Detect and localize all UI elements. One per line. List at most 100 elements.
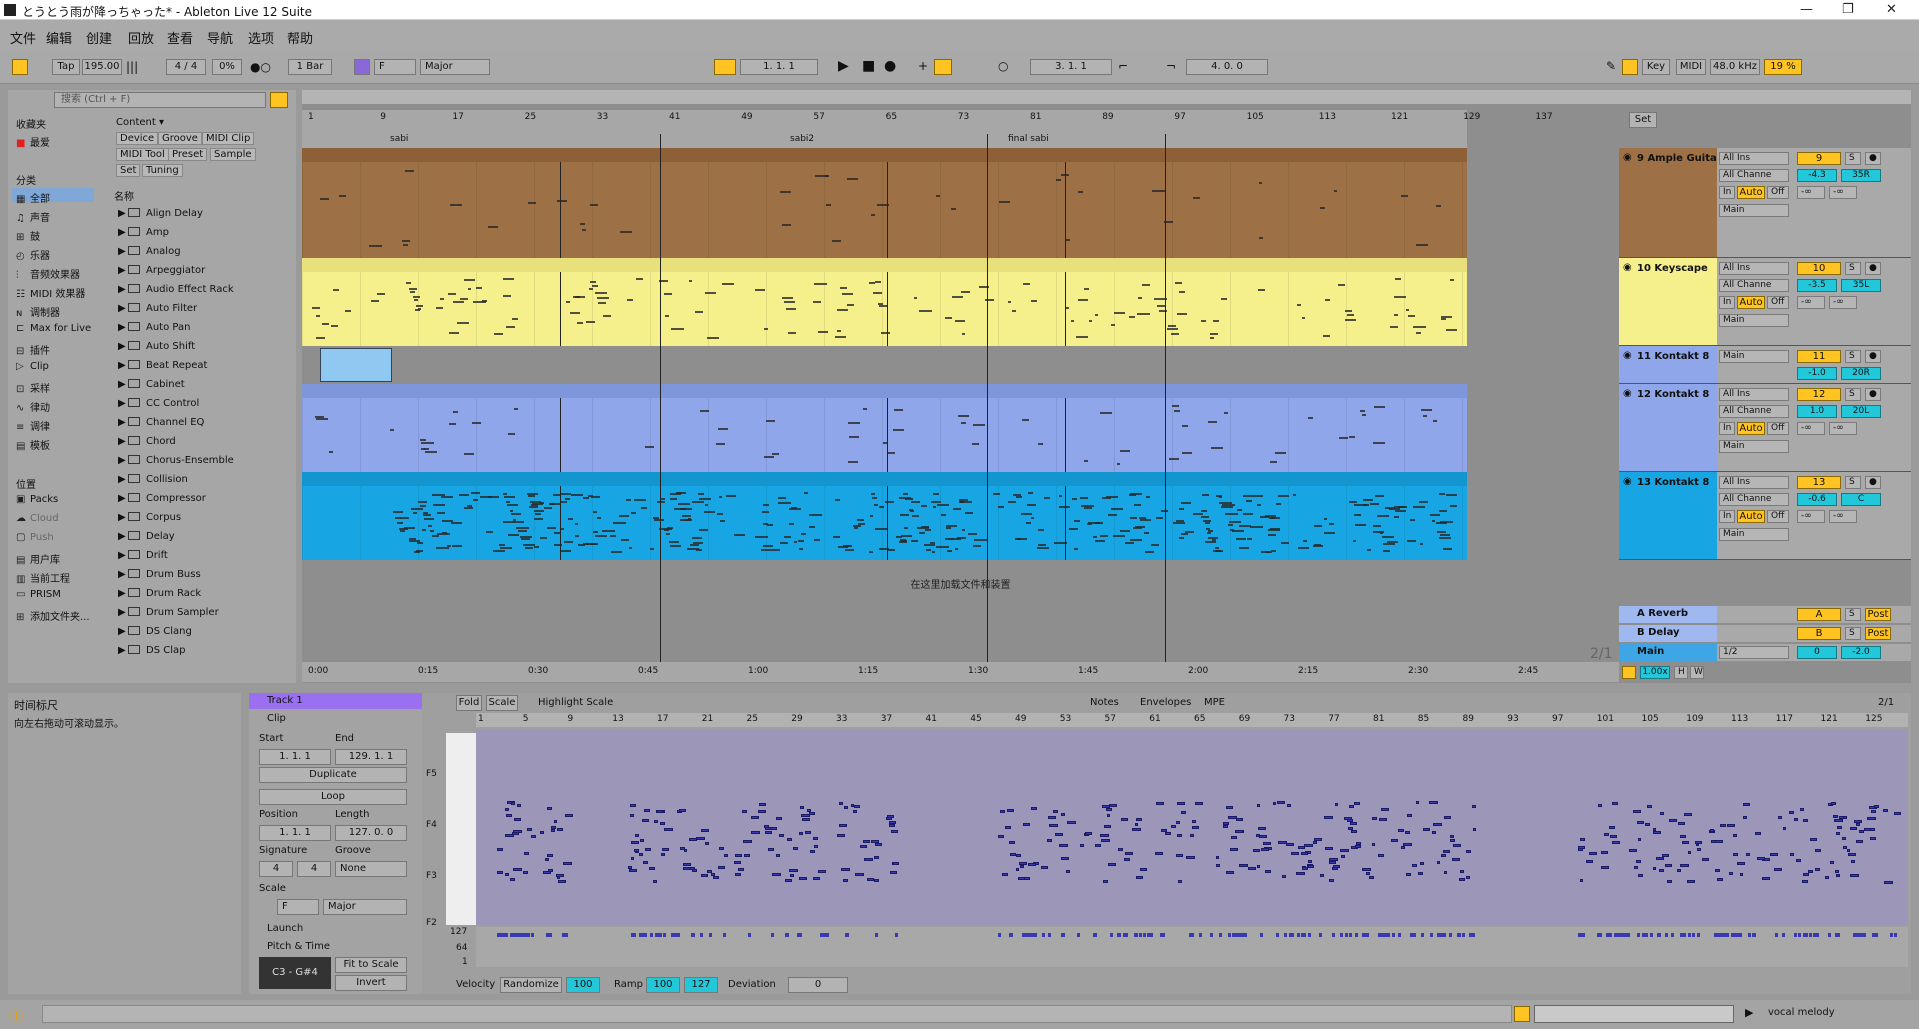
piano-roll-note[interactable] [764, 825, 770, 829]
piano-roll-note[interactable] [1155, 802, 1164, 806]
piano-roll-note[interactable] [1324, 846, 1333, 850]
piano-roll-note[interactable] [734, 854, 742, 858]
piano-roll-note[interactable] [688, 837, 697, 841]
piano-roll-note[interactable] [1893, 811, 1901, 815]
piano-roll-note[interactable] [1177, 879, 1182, 883]
piano-roll-note[interactable] [751, 831, 760, 835]
signature-numerator[interactable]: 4 [259, 861, 293, 877]
groove-select[interactable]: None [335, 861, 407, 877]
piano-roll-note[interactable] [1440, 854, 1446, 858]
place-cloud[interactable]: ☁ Cloud [16, 513, 59, 524]
expand-arrow-icon[interactable]: ▶ [118, 303, 128, 314]
piano-roll-note[interactable] [1702, 858, 1709, 862]
piano-roll-note[interactable] [1060, 812, 1066, 816]
piano-roll-note[interactable] [758, 803, 767, 807]
piano-roll-note[interactable] [1841, 837, 1847, 841]
time-signature-field[interactable]: 4 / 4 [166, 59, 206, 75]
piano-roll-note[interactable] [800, 813, 810, 817]
piano-roll-note[interactable] [801, 818, 810, 822]
piano-roll-note[interactable] [743, 839, 752, 843]
highlight-scale-checkbox[interactable]: Highlight Scale [538, 697, 613, 708]
piano-roll-note[interactable] [1106, 807, 1113, 811]
piano-roll-note[interactable] [1222, 821, 1230, 825]
return-track-header[interactable]: Main [1619, 644, 1717, 661]
piano-roll-note[interactable] [1369, 875, 1374, 879]
menu-playback[interactable]: 回放 [128, 28, 154, 47]
piano-roll-note[interactable] [734, 872, 741, 876]
piano-roll-note[interactable] [704, 841, 710, 845]
piano-roll-note[interactable] [1659, 812, 1665, 816]
piano-roll-note[interactable] [662, 847, 669, 851]
piano-roll-note[interactable] [785, 878, 792, 882]
piano-roll-note[interactable] [1378, 854, 1385, 857]
piano-roll-note[interactable] [1125, 852, 1134, 855]
piano-roll-note[interactable] [1769, 853, 1778, 857]
track-name[interactable]: 9 Ample Guita [1637, 153, 1717, 164]
piano-roll-note[interactable] [1282, 875, 1286, 879]
groove-amount-field[interactable]: 0% [212, 59, 242, 75]
piano-roll-note[interactable] [1588, 851, 1597, 855]
piano-roll-note[interactable] [1079, 844, 1084, 848]
content-filter-dropdown[interactable]: Content ▾ [116, 117, 164, 128]
piano-roll-note[interactable] [522, 870, 529, 874]
browser-item[interactable]: ▶ Amp [118, 227, 169, 238]
maximize-button[interactable]: ❐ [1842, 2, 1854, 17]
piano-roll-note[interactable] [558, 880, 567, 884]
piano-roll-note[interactable] [1449, 839, 1456, 843]
category-samples[interactable]: ⊡ 采样 [16, 380, 50, 395]
piano-roll-note[interactable] [1600, 866, 1610, 870]
expand-arrow-icon[interactable]: ▶ [118, 379, 128, 390]
volume-field[interactable]: -0.6 [1797, 493, 1837, 506]
short-midi-clip[interactable] [320, 348, 392, 382]
play-icon[interactable]: ▶ [838, 59, 849, 73]
piano-roll-note[interactable] [813, 837, 818, 841]
category-drums[interactable]: ⊞ 鼓 [16, 228, 40, 243]
piano-roll-note[interactable] [700, 829, 710, 833]
arm-icon[interactable]: ● [1865, 476, 1881, 489]
piano-roll-note[interactable] [1422, 828, 1430, 832]
velocity-marker[interactable] [1210, 933, 1214, 937]
output-select[interactable]: Main [1719, 314, 1789, 327]
velocity-marker[interactable] [785, 933, 789, 937]
browser-item[interactable]: ▶ Chord [118, 436, 176, 447]
piano-roll-note[interactable] [631, 856, 635, 860]
piano-roll-note[interactable] [1609, 826, 1615, 830]
piano-roll-note[interactable] [1778, 816, 1783, 820]
monitor-off-button[interactable]: Off [1767, 296, 1789, 309]
piano-roll-note[interactable] [1067, 820, 1076, 824]
editor-bar-ruler[interactable]: 1 5 9 13 17 21 25 29 33 37 41 45 49 53 57 61 65 69 73 77 81 8… [476, 713, 1908, 727]
category-instruments[interactable]: ◴ 乐器 [16, 247, 50, 262]
expand-arrow-icon[interactable]: ▶ [118, 474, 128, 485]
piano-roll-note[interactable] [1580, 838, 1585, 842]
piano-roll-note[interactable] [853, 805, 861, 809]
piano-roll-note[interactable] [1669, 818, 1677, 822]
tab-envelopes[interactable]: Envelopes [1140, 697, 1191, 708]
send-a-field[interactable]: -∞ [1797, 186, 1825, 199]
piano-roll-note[interactable] [839, 823, 847, 827]
velocity-marker[interactable] [1650, 933, 1653, 937]
piano-roll-note[interactable] [874, 842, 883, 846]
velocity-value[interactable]: 100 [566, 977, 600, 993]
return-activator[interactable]: A [1797, 608, 1841, 621]
piano-roll-note[interactable] [743, 854, 751, 858]
piano-roll-note[interactable] [644, 808, 650, 812]
piano-roll-note[interactable] [1680, 834, 1686, 838]
velocity-marker[interactable] [499, 933, 503, 937]
piano-roll-note[interactable] [1041, 865, 1048, 869]
velocity-marker[interactable] [1077, 933, 1081, 937]
browser-item[interactable]: ▶ Auto Shift [118, 341, 195, 352]
piano-roll-note[interactable] [1189, 833, 1195, 837]
set-locator-button[interactable]: Set [1629, 112, 1657, 128]
velocity-marker[interactable] [1412, 933, 1416, 937]
track-name[interactable]: 11 Kontakt 8 [1637, 351, 1709, 362]
keyboard-icon[interactable] [1622, 59, 1638, 75]
piano-roll-note[interactable] [1313, 841, 1317, 845]
clip-end-field[interactable]: 129. 1. 1 [335, 749, 407, 765]
piano-roll-note[interactable] [1814, 849, 1821, 853]
piano-roll-note[interactable] [1019, 864, 1025, 868]
velocity-marker[interactable] [514, 933, 518, 937]
monitor-off-button[interactable]: Off [1767, 510, 1789, 523]
clip-scale-select[interactable]: Major [323, 899, 407, 915]
menu-file[interactable]: 文件 [10, 28, 36, 47]
velocity-marker[interactable] [1725, 933, 1729, 937]
